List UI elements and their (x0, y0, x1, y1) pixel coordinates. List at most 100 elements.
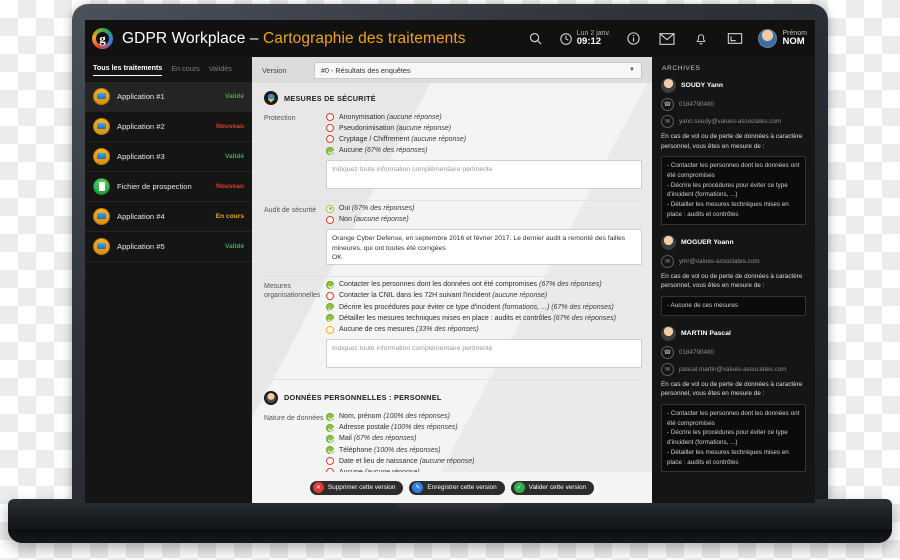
archives-title: ARCHIVES (662, 65, 701, 72)
version-bar: Version #0 - Résultats des enquêtes ▼ (252, 57, 652, 83)
archive-question: En cas de vol ou de perte de données à c… (661, 272, 803, 290)
sidebar-tab-1[interactable]: En cours (171, 64, 199, 76)
archive-phone: ☎ 0184790480 (661, 98, 806, 111)
organisationnelles-option-0[interactable]: Contacter les personnes dont les données… (326, 280, 642, 289)
sidebar-item-label: Application #4 (117, 212, 165, 221)
archive-email-value: pascal.martin@values-associates.com (679, 365, 787, 373)
nature-option-0[interactable]: Nom, prénom (100% des réponses) (326, 412, 642, 421)
archive-entry-2[interactable]: MARTIN Pascal ☎ 0184790480 ✉ pascal.martin@v… (652, 325, 815, 483)
organisationnelles-option-1[interactable]: Contacter la CNIL dans les 72H suivant l… (326, 291, 642, 300)
audit-option-0[interactable]: Oui (67% des réponses) (326, 204, 642, 213)
option-label: Contacter la CNIL dans les 72H suivant l… (339, 292, 548, 300)
option-group-protection: Anonymisation (aucune réponse) Pseudonimi… (326, 113, 642, 155)
archive-person-name: SOUDY Yann (681, 82, 724, 89)
version-select[interactable]: #0 - Résultats des enquêtes ▼ (314, 61, 642, 79)
sidebar: Tous les traitements En cours Validés Appl… (85, 57, 260, 503)
organisationnelles-textarea[interactable]: Indiquez toute information complémentair… (326, 338, 642, 368)
checkbox-icon[interactable] (326, 457, 334, 466)
protection-textarea[interactable]: Indiquez toute information complémentair… (326, 159, 642, 189)
checkbox-icon[interactable] (326, 423, 334, 432)
gdpr-logo-icon[interactable]: g (92, 28, 113, 49)
archive-phone-value: 0184790480 (679, 101, 715, 108)
clock-icon (560, 32, 572, 45)
checkbox-icon[interactable] (326, 446, 334, 455)
sidebar-item-0[interactable]: Application #1 Validé (85, 82, 260, 112)
section-header-personal: DONNÉES PERSONNELLES : PERSONNEL (262, 380, 642, 409)
checkbox-icon[interactable] (326, 291, 334, 300)
enregistrer-cette-version-button[interactable]: ✎ Enregistrer cette version (409, 480, 505, 495)
protection-option-3[interactable]: Aucune (67% des réponses) (326, 146, 642, 155)
sidebar-tab-2[interactable]: Validés (209, 64, 232, 76)
protection-option-1[interactable]: Pseudonimisation (aucune réponse) (326, 124, 642, 133)
checkbox-icon[interactable] (326, 314, 334, 323)
sidebar-item-3[interactable]: Fichier de prospection Nouveau (85, 172, 252, 202)
field-label: Nature de données (264, 414, 324, 422)
main-content: Version #0 - Résultats des enquêtes ▼ ME… (252, 57, 652, 503)
checkbox-icon[interactable] (326, 146, 334, 155)
app-icon (93, 118, 110, 135)
screenshot-stage: g GDPR Workplace – Cartographie des trai… (0, 0, 900, 560)
app-header: g GDPR Workplace – Cartographie des trai… (85, 20, 815, 57)
protection-option-0[interactable]: Anonymisation (aucune réponse) (326, 113, 642, 121)
sidebar-item-4[interactable]: Application #4 En cours (85, 202, 252, 232)
app-icon (93, 148, 110, 165)
field-organisationnelles: Mesures organisationnelles Contacter les… (262, 277, 642, 370)
supprimer-cette-version-button[interactable]: ✕ Supprimer cette version (309, 480, 404, 495)
audit-option-1[interactable]: Non (aucune réponse) (326, 215, 642, 224)
user-menu[interactable]: Prénom NOM (752, 29, 807, 48)
nature-option-2[interactable]: Mail (67% des réponses) (326, 434, 642, 443)
archive-person-name: MARTIN Pascal (681, 329, 731, 337)
mail-icon: ✉ (661, 254, 674, 268)
archive-phone: ☎ 0184790480 (661, 345, 806, 359)
option-label: Aucune (67% des réponses) (339, 147, 428, 155)
nature-option-4[interactable]: Date et lieu de naissance (aucune répons… (326, 457, 642, 466)
archive-email: ✉ yann.soudy@values-associates.com (661, 115, 806, 128)
sidebar-tab-0[interactable]: Tous les traitements (93, 63, 163, 76)
archive-entry-1[interactable]: MOGUER Yoann ✉ ymr@values-associates.com En… (652, 234, 815, 326)
checkbox-icon[interactable] (326, 204, 334, 213)
organisationnelles-option-3[interactable]: Détailler les mesures techniques mises e… (326, 314, 642, 323)
sidebar-item-5[interactable]: Application #5 Validé (85, 232, 252, 262)
nature-option-3[interactable]: Téléphone (100% des réponses) (326, 446, 642, 455)
logo-letter: g (99, 30, 106, 46)
checkbox-icon[interactable] (326, 303, 334, 312)
version-value: #0 - Résultats des enquêtes (321, 65, 411, 75)
organisationnelles-option-2[interactable]: Décrire les procédures pour éviter ce ty… (326, 303, 642, 312)
doc-icon (93, 178, 110, 195)
sidebar-item-1[interactable]: Application #2 Nouveau (85, 112, 252, 142)
archives-panel: ARCHIVES SOUDY Yann ☎ 0184790480 ✉ yann.soud… (652, 57, 815, 503)
info-icon[interactable] (616, 20, 650, 57)
checkbox-icon[interactable] (326, 124, 334, 133)
protection-option-2[interactable]: Cryptage / Chiffrement (aucune réponse) (326, 135, 642, 144)
audit-textarea[interactable]: Orange Cyber Defense, en septembre 2016 … (326, 228, 642, 265)
sidebar-item-label: Application #5 (117, 242, 165, 251)
checkbox-icon[interactable] (326, 434, 334, 443)
search-icon[interactable] (519, 20, 553, 57)
checkbox-icon[interactable] (326, 135, 334, 144)
sidebar-item-2[interactable]: Application #3 Validé (85, 142, 252, 172)
valider-cette-version-button[interactable]: ✓ Valider cette version (510, 480, 595, 495)
treatment-list: Application #1 Validé Application #2 Nouvea… (85, 82, 260, 262)
clock-widget[interactable]: Lun 2 janv. 09:12 (553, 30, 617, 47)
checkbox-icon[interactable] (326, 325, 334, 334)
option-label: Mail (67% des réponses) (339, 435, 417, 443)
option-label: Pseudonimisation (aucune réponse) (339, 124, 452, 132)
nature-option-1[interactable]: Adresse postale (100% des réponses) (326, 423, 642, 432)
avatar (758, 29, 778, 48)
app-title-main: GDPR Workplace – (122, 29, 263, 47)
organisationnelles-option-4[interactable]: Aucune de ces mesures (33% des réponses) (326, 325, 642, 334)
button-label: Supprimer cette version (327, 484, 396, 491)
checkbox-icon[interactable] (326, 412, 334, 421)
archive-person-name: MOGUER Yoann (681, 238, 734, 246)
mail-icon[interactable] (650, 20, 684, 57)
option-label: Adresse postale (100% des réponses) (339, 424, 458, 432)
field-audit: Audit de sécurité Oui (67% des réponses)… (262, 201, 642, 267)
checkbox-icon[interactable] (326, 113, 334, 121)
option-group-organisationnelles: Contacter les personnes dont les données… (326, 280, 642, 334)
archive-entry-0[interactable]: SOUDY Yann ☎ 0184790480 ✉ yann.soudy@values-… (652, 78, 815, 235)
checkbox-icon[interactable] (326, 215, 334, 224)
bell-icon[interactable] (684, 20, 718, 57)
screen-icon[interactable] (718, 20, 752, 57)
checkbox-icon[interactable] (326, 280, 334, 289)
archive-email-value: yann.soudy@values-associates.com (679, 118, 782, 125)
